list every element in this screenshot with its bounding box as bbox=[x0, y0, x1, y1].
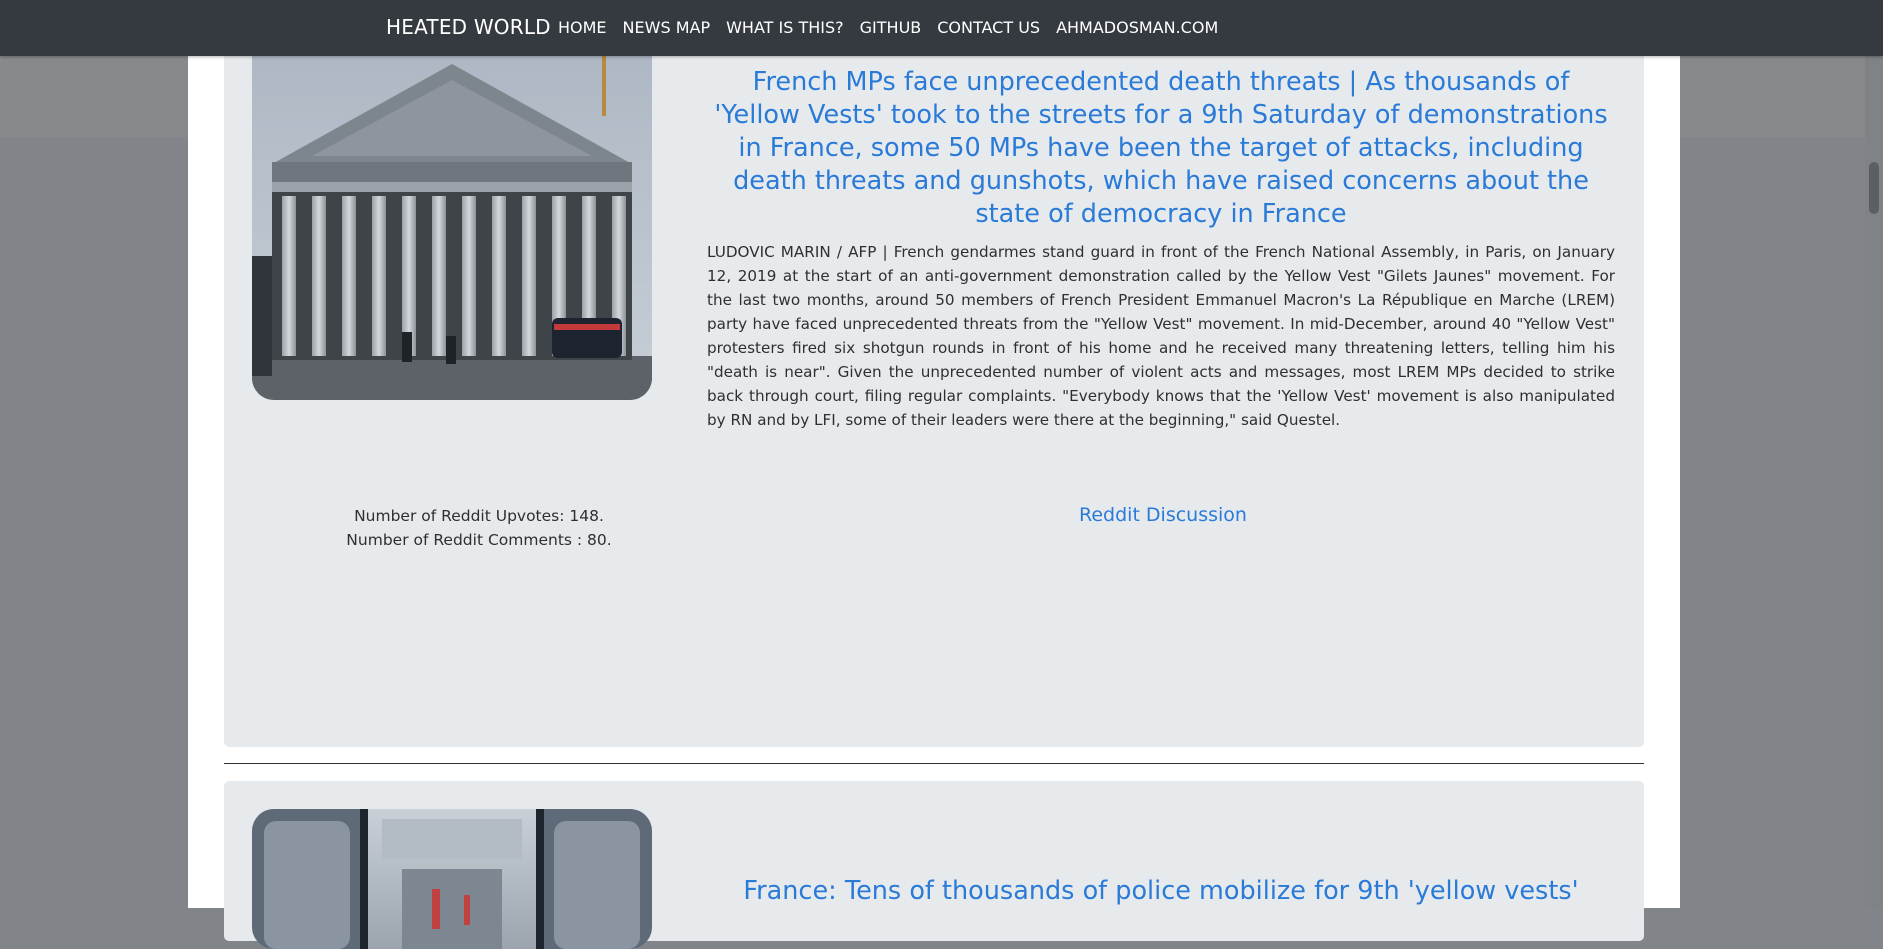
article-body: LUDOVIC MARIN / AFP | French gendarmes s… bbox=[707, 243, 1615, 429]
nav-link-github[interactable]: GITHUB bbox=[860, 18, 922, 37]
scrollbar-thumb[interactable] bbox=[1869, 162, 1879, 214]
nav-link-contact-us[interactable]: CONTACT US bbox=[937, 18, 1040, 37]
reddit-upvotes: Number of Reddit Upvotes: 148. bbox=[354, 507, 604, 525]
nav-item: CONTACT US bbox=[937, 18, 1040, 37]
brand-link[interactable]: HEATED WORLD bbox=[386, 15, 551, 39]
nav-item: WHAT IS THIS? bbox=[726, 18, 844, 37]
photo-icon bbox=[252, 56, 652, 400]
top-navbar: HEATED WORLD HOME NEWS MAP WHAT IS THIS?… bbox=[0, 0, 1883, 56]
nav-link-news-map[interactable]: NEWS MAP bbox=[623, 18, 711, 37]
nav-link-what-is-this[interactable]: WHAT IS THIS? bbox=[726, 18, 844, 37]
article-image bbox=[252, 56, 652, 400]
reddit-comments: Number of Reddit Comments : 80. bbox=[346, 531, 612, 549]
article-title-link[interactable]: France: Tens of thousands of police mobi… bbox=[706, 875, 1616, 908]
nav-item: HOME bbox=[558, 18, 607, 37]
reddit-discussion-link[interactable]: Reddit Discussion bbox=[1079, 504, 1247, 526]
reddit-stats: Number of Reddit Upvotes: 148. Number of… bbox=[298, 504, 660, 552]
page-scrollbar[interactable] bbox=[1865, 0, 1883, 908]
nav-link-home[interactable]: HOME bbox=[558, 18, 607, 37]
article-title-link[interactable]: French MPs face unprecedented death thre… bbox=[706, 66, 1616, 231]
nav-item: AHMADOSMAN.COM bbox=[1056, 18, 1218, 37]
nav-item: NEWS MAP bbox=[623, 18, 711, 37]
nav-link-ahmadosman[interactable]: AHMADOSMAN.COM bbox=[1056, 18, 1218, 37]
nav-links: HOME NEWS MAP WHAT IS THIS? GITHUB CONTA… bbox=[558, 18, 1218, 37]
nav-item: GITHUB bbox=[860, 18, 922, 37]
article-divider bbox=[224, 763, 1644, 764]
photo-icon bbox=[252, 809, 652, 949]
article-image bbox=[252, 809, 652, 949]
